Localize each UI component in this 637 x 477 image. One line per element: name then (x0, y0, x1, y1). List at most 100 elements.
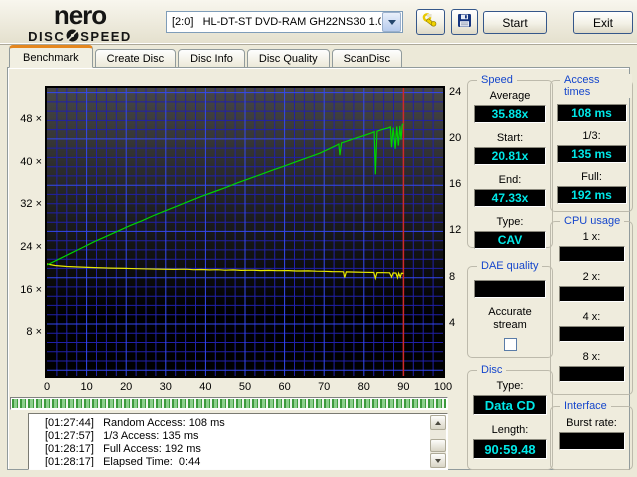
x-tick-label: 90 (388, 381, 418, 393)
field-row: 1/3:135 ms (557, 130, 627, 163)
logo-discspeed-text: DISC SPEED (14, 29, 146, 44)
lcd-value: 135 ms (557, 145, 627, 163)
field-row: Type: CAV (474, 216, 546, 249)
progress-bar-fill (12, 399, 446, 408)
dae-quality-value (474, 280, 546, 298)
field-label: Type: (497, 380, 524, 393)
logo-nero-text: nero (14, 2, 146, 28)
save-button[interactable] (451, 9, 478, 35)
x-tick-label: 100 (428, 381, 458, 393)
accurate-stream-label: Accurate stream (480, 306, 540, 332)
tab-label: ScanDisc (344, 53, 390, 65)
disc-logo-icon (66, 29, 79, 44)
lcd-value: CAV (474, 231, 546, 249)
log-listbox[interactable]: [01:27:44] Random Access: 108 ms[01:27:5… (28, 413, 448, 470)
y-right-tick-label: 16 (449, 178, 475, 190)
field-row: Average 35.88x (474, 90, 546, 123)
field-label: 8 x: (583, 351, 601, 364)
x-tick-label: 60 (270, 381, 300, 393)
nero-discspeed-logo: nero DISC SPEED (14, 2, 146, 44)
tab-label: Create Disc (107, 53, 164, 65)
lcd-value: 192 ms (557, 186, 627, 204)
field-label: Average (490, 90, 531, 103)
y-right-tick-label: 8 (449, 271, 475, 283)
y-left-tick-label: 16 × (14, 284, 42, 296)
x-tick-label: 20 (111, 381, 141, 393)
tab-label: Benchmark (23, 52, 79, 64)
access-times-panel: Access timesRandom:108 ms1/3:135 msFull:… (550, 80, 633, 212)
panel-title: DAE quality (477, 260, 542, 272)
tools-button[interactable] (416, 9, 445, 35)
log-scrollbar[interactable] (430, 415, 446, 468)
field-row: Full: 192 ms (557, 171, 627, 204)
scrollbar-thumb[interactable] (430, 439, 446, 452)
panel-title: Disc (477, 364, 506, 376)
field-label: End: (499, 174, 522, 187)
tab-bar: Benchmark Create Disc Disc Info Disc Qualit… (9, 45, 404, 68)
field-row: Length:90:59.48 (473, 424, 547, 459)
y-right-tick-label: 4 (449, 317, 475, 329)
log-line: [01:28:17] Elapsed Time: 0:44 (45, 456, 428, 467)
field-label: 4 x: (583, 311, 601, 324)
tools-icon (422, 12, 439, 32)
dae-quality-panel: DAE quality Accurate stream (467, 266, 553, 358)
tab-create-disc[interactable]: Create Disc (95, 49, 176, 68)
toolbar: nero DISC SPEED [2:0] HL-DT-ST DVD-RAM G… (0, 0, 637, 45)
cpu-usage-panel: CPU usage1 x:2 x:4 x:8 x: (550, 221, 633, 395)
field-row: Start: 20.81x (474, 132, 546, 165)
lcd-value: Data CD (473, 395, 547, 415)
x-tick-label: 80 (349, 381, 379, 393)
field-row: Burst rate: (559, 417, 625, 450)
field-label: Start: (497, 132, 523, 145)
x-tick-label: 0 (32, 381, 62, 393)
log-line: [01:27:57] 1/3 Access: 135 ms (45, 430, 428, 443)
drive-selector[interactable]: [2:0] HL-DT-ST DVD-RAM GH22NS30 1.01 (166, 11, 403, 33)
x-tick-label: 70 (309, 381, 339, 393)
field-label: 1 x: (583, 231, 601, 244)
scroll-down-icon[interactable] (430, 453, 446, 468)
field-row: Type: Data CD (473, 380, 547, 415)
y-left-tick-label: 24 × (14, 241, 42, 253)
lcd-value: 20.81x (474, 147, 546, 165)
progress-bar (10, 397, 448, 410)
lcd-value: 108 ms (557, 104, 627, 122)
x-tick-label: 30 (151, 381, 181, 393)
panel-title: Interface (560, 400, 611, 412)
disc-panel: DiscType:Data CDLength:90:59.48 (467, 370, 553, 470)
field-label: Full: (581, 171, 602, 184)
start-button[interactable]: Start (483, 11, 547, 34)
y-left-tick-label: 32 × (14, 198, 42, 210)
field-row: 4 x: (559, 311, 625, 342)
accurate-stream-checkbox[interactable] (504, 338, 517, 351)
y-right-tick-label: 20 (449, 132, 475, 144)
tab-scandisc[interactable]: ScanDisc (332, 49, 402, 68)
exit-button[interactable]: Exit (573, 11, 633, 34)
nero-discspeed-window: nero DISC SPEED [2:0] HL-DT-ST DVD-RAM G… (0, 0, 637, 477)
scroll-up-icon[interactable] (430, 415, 446, 430)
benchmark-chart (47, 88, 443, 376)
panel-title: CPU usage (560, 215, 624, 227)
field-row: 8 x: (559, 351, 625, 382)
tab-disc-info[interactable]: Disc Info (178, 49, 245, 68)
tab-label: Disc Quality (259, 53, 318, 65)
x-tick-label: 50 (230, 381, 260, 393)
field-label: Burst rate: (566, 417, 617, 430)
y-left-tick-label: 40 × (14, 156, 42, 168)
field-label: Type: (497, 216, 524, 229)
tab-benchmark[interactable]: Benchmark (9, 45, 93, 68)
lcd-value (559, 286, 625, 302)
combo-arrow-icon[interactable] (382, 12, 401, 32)
log-line: [01:27:44] Random Access: 108 ms (45, 417, 428, 430)
lcd-value: 47.33x (474, 189, 546, 207)
lcd-value (559, 246, 625, 262)
log-line: [01:28:17] Full Access: 192 ms (45, 443, 428, 456)
field-row: End: 47.33x (474, 174, 546, 207)
field-label: 2 x: (583, 271, 601, 284)
y-right-tick-label: 12 (449, 224, 475, 236)
lcd-value (559, 326, 625, 342)
tab-label: Disc Info (190, 53, 233, 65)
tab-disc-quality[interactable]: Disc Quality (247, 49, 330, 68)
lcd-value: 35.88x (474, 105, 546, 123)
field-label: Length: (492, 424, 529, 437)
y-left-tick-label: 48 × (14, 113, 42, 125)
